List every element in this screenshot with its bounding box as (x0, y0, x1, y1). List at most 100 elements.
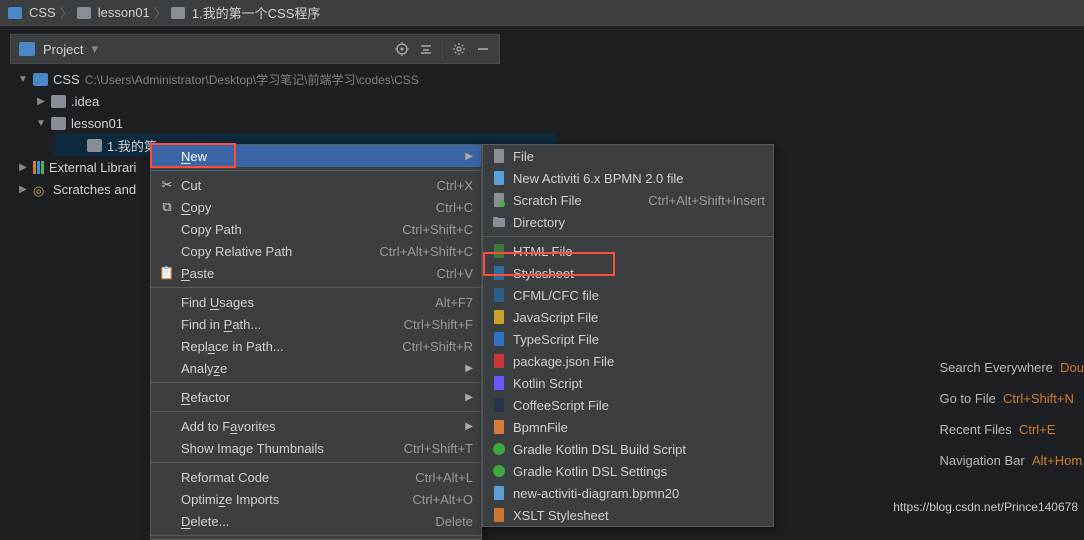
breadcrumb: CSS 〉 lesson01 〉 1.我的第一个CSS程序 (0, 0, 1084, 26)
menu-replace-in-path[interactable]: Replace in Path... Ctrl+Shift+R (151, 335, 481, 357)
watermark: https://blog.csdn.net/Prince140678 (893, 500, 1078, 514)
menu-new[interactable]: NNewew ▶ (151, 145, 481, 167)
shortcut: Ctrl+Shift+T (384, 441, 473, 456)
gradle-icon (491, 441, 507, 457)
shortcut: Ctrl+Alt+Shift+C (359, 244, 473, 259)
new-xslt[interactable]: XSLT Stylesheet (483, 504, 773, 526)
menu-separator (151, 287, 481, 288)
new-gradle-settings[interactable]: Gradle Kotlin DSL Settings (483, 460, 773, 482)
shortcut: Ctrl+Alt+L (395, 470, 473, 485)
menu-separator (151, 382, 481, 383)
copy-icon: ⧉ (159, 199, 175, 215)
cfml-icon (491, 287, 507, 303)
tree-item-lesson[interactable]: ▼ lesson01 (36, 112, 1084, 134)
shortcut: Alt+F7 (415, 295, 473, 310)
new-typescript[interactable]: TypeScript File (483, 328, 773, 350)
libraries-icon (33, 161, 44, 174)
menu-separator (151, 411, 481, 412)
folder-icon (87, 139, 102, 152)
folder-icon (171, 7, 185, 19)
hide-icon[interactable] (475, 41, 491, 57)
new-activiti[interactable]: New Activiti 6.x BPMN 2.0 file (483, 167, 773, 189)
tree-root[interactable]: ▼ CSS C:\Users\Administrator\Desktop\学习笔… (18, 68, 1084, 90)
menu-favorites[interactable]: Add to Favorites ▶ (151, 415, 481, 437)
new-html[interactable]: HTML File (483, 240, 773, 262)
expand-arrow-icon[interactable]: ▶ (18, 184, 28, 195)
new-activiti-diagram[interactable]: new-activiti-diagram.bpmn20 (483, 482, 773, 504)
tree-label: External Librari (49, 160, 136, 175)
menu-paste[interactable]: 📋 Paste Ctrl+V (151, 262, 481, 284)
scratch-icon: ◎ (33, 183, 48, 196)
breadcrumb-file[interactable]: 1.我的第一个CSS程序 (192, 3, 321, 22)
new-cfml[interactable]: CFML/CFC file (483, 284, 773, 306)
context-menu: NNewew ▶ ✂ Cut Ctrl+X ⧉ Copy Ctrl+C Copy… (150, 144, 482, 540)
new-coffeescript[interactable]: CoffeeScript File (483, 394, 773, 416)
coffee-icon (491, 397, 507, 413)
breadcrumb-sep: 〉 (60, 3, 73, 22)
breadcrumb-folder[interactable]: lesson01 (98, 5, 150, 20)
ts-icon (491, 331, 507, 347)
tree-label: .idea (71, 94, 99, 109)
activiti-icon (491, 170, 507, 186)
tree-item-idea[interactable]: ▶ .idea (36, 90, 1084, 112)
submenu-arrow-icon: ▶ (455, 392, 473, 403)
menu-separator (483, 236, 773, 237)
paste-icon: 📋 (159, 265, 175, 281)
target-icon[interactable] (394, 41, 410, 57)
menu-optimize[interactable]: Optimize Imports Ctrl+Alt+O (151, 488, 481, 510)
expand-arrow-icon[interactable]: ▶ (36, 96, 46, 107)
tree-root-path: C:\Users\Administrator\Desktop\学习笔记\前端学习… (85, 71, 419, 88)
project-icon (33, 73, 48, 86)
xslt-icon (491, 507, 507, 523)
menu-delete[interactable]: Delete... Delete (151, 510, 481, 532)
menu-find-usages[interactable]: Find Usages Alt+F7 (151, 291, 481, 313)
expand-arrow-icon[interactable]: ▶ (18, 162, 28, 173)
hint-recent: Recent Files Ctrl+E (939, 422, 1084, 437)
bpmn-icon (491, 419, 507, 435)
menu-refactor[interactable]: Refactor ▶ (151, 386, 481, 408)
breadcrumb-root[interactable]: CSS (29, 5, 56, 20)
gradle-icon (491, 463, 507, 479)
menu-separator (151, 462, 481, 463)
collapse-all-icon[interactable] (418, 41, 434, 57)
new-file[interactable]: File (483, 145, 773, 167)
menu-copy-relative-path[interactable]: Copy Relative Path Ctrl+Alt+Shift+C (151, 240, 481, 262)
submenu-arrow-icon: ▶ (455, 151, 473, 162)
package-icon (491, 353, 507, 369)
tree-root-label: CSS (53, 72, 80, 87)
menu-cut[interactable]: ✂ Cut Ctrl+X (151, 174, 481, 196)
new-javascript[interactable]: JavaScript File (483, 306, 773, 328)
help-hints: Search Everywhere Dou Go to File Ctrl+Sh… (939, 360, 1084, 484)
submenu-arrow-icon: ▶ (455, 421, 473, 432)
gear-icon[interactable] (451, 41, 467, 57)
tool-window-title[interactable]: Project (43, 42, 83, 57)
new-package-json[interactable]: package.json File (483, 350, 773, 372)
menu-thumbnails[interactable]: Show Image Thumbnails Ctrl+Shift+T (151, 437, 481, 459)
menu-copy-path[interactable]: Copy Path Ctrl+Shift+C (151, 218, 481, 240)
tree-label: lesson01 (71, 116, 123, 131)
menu-find-in-path[interactable]: Find in Path... Ctrl+Shift+F (151, 313, 481, 335)
shortcut: Ctrl+Alt+O (392, 492, 473, 507)
project-icon (19, 42, 35, 56)
folder-icon (51, 95, 66, 108)
menu-analyze[interactable]: Analyze ▶ (151, 357, 481, 379)
html-icon (491, 243, 507, 259)
submenu-arrow-icon: ▶ (455, 363, 473, 374)
folder-icon (491, 214, 507, 230)
new-kotlin-script[interactable]: Kotlin Script (483, 372, 773, 394)
kotlin-icon (491, 375, 507, 391)
new-directory[interactable]: Directory (483, 211, 773, 233)
js-icon (491, 309, 507, 325)
new-scratch[interactable]: Scratch File Ctrl+Alt+Shift+Insert (483, 189, 773, 211)
menu-reformat[interactable]: Reformat Code Ctrl+Alt+L (151, 466, 481, 488)
dropdown-arrow-icon[interactable]: ▾ (91, 41, 98, 57)
new-gradle-build[interactable]: Gradle Kotlin DSL Build Script (483, 438, 773, 460)
expand-arrow-icon[interactable]: ▼ (18, 74, 28, 85)
new-stylesheet[interactable]: Stylesheet (483, 262, 773, 284)
new-submenu: File New Activiti 6.x BPMN 2.0 file Scra… (482, 144, 774, 527)
new-bpmnfile[interactable]: BpmnFile (483, 416, 773, 438)
breadcrumb-sep: 〉 (154, 3, 167, 22)
menu-copy[interactable]: ⧉ Copy Ctrl+C (151, 196, 481, 218)
expand-arrow-icon[interactable]: ▼ (36, 118, 46, 129)
shortcut: Ctrl+V (417, 266, 473, 281)
